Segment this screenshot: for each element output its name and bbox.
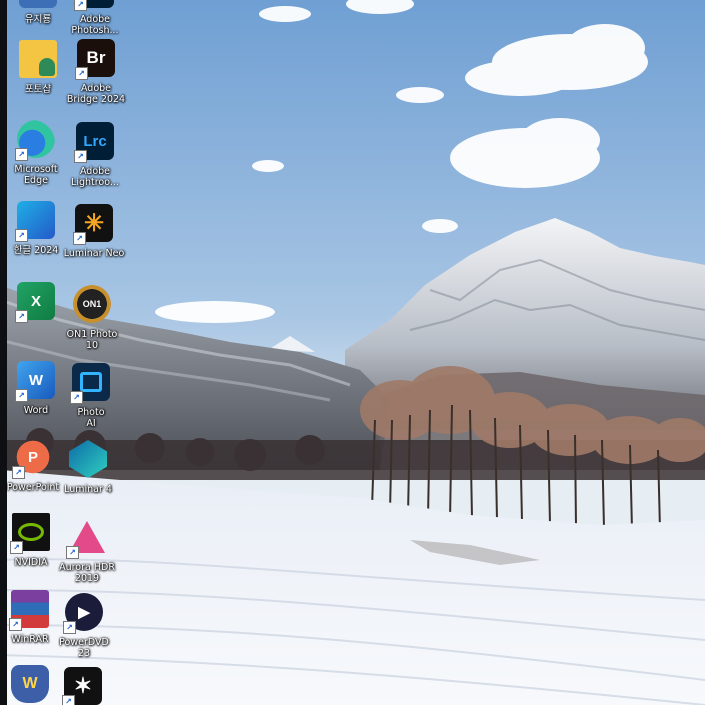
nvidia-icon: ↗ <box>10 513 50 554</box>
lightroom-classic-icon: Lrc ↗ <box>74 122 114 163</box>
icon-label: Microsoft Edge <box>14 164 58 186</box>
folder-user-icon <box>19 40 57 78</box>
desktop-icon-luminar-4[interactable]: Luminar 4 <box>55 440 121 495</box>
desktop-icon-luminar-neo[interactable]: ✳ ↗ Luminar Neo <box>61 204 127 259</box>
desktop-icon-photo-ai[interactable]: ↗ Photo AI <box>58 363 124 429</box>
desktop-icon-star-app[interactable]: ✶ ↗ <box>50 667 116 705</box>
shield-app-icon: W <box>11 665 49 703</box>
word-icon: W ↗ <box>15 361 55 402</box>
star-app-icon: ✶ ↗ <box>62 667 102 705</box>
desktop-icon-photoshop-folder[interactable]: 포토샵 <box>5 40 71 95</box>
excel-icon: X ↗ <box>15 282 55 323</box>
icon-label: Luminar 4 <box>64 484 112 495</box>
powerpoint-icon: P ↗ <box>12 438 52 479</box>
icon-label: Luminar Neo <box>63 248 125 259</box>
adobe-bridge-icon: Br ↗ <box>75 39 115 80</box>
desktop-icon-adobe-bridge[interactable]: Br ↗ Adobe Bridge 2024 <box>63 39 129 105</box>
luminar-4-icon <box>69 440 107 478</box>
app-icon <box>19 0 57 8</box>
desktop-icon-aurora-hdr[interactable]: ↗ Aurora HDR 2019 <box>54 518 120 584</box>
desktop[interactable]: 유지룡 포토샵 ↗ Microsoft Edge ↗ 한글 2024 X ↗ W… <box>0 0 705 705</box>
icon-label: Adobe Photosh... <box>71 14 119 36</box>
hangul-icon: ↗ <box>15 201 55 242</box>
photoshop-icon: ↗ <box>74 0 114 11</box>
on1-photo-icon: ON1 <box>73 285 111 323</box>
desktop-icon-hangul[interactable]: ↗ 한글 2024 <box>3 201 69 256</box>
photo-ai-icon: ↗ <box>70 363 110 404</box>
powerdvd-icon: ▶ ↗ <box>63 593 103 634</box>
icon-label: Adobe Lightroo... <box>71 166 119 188</box>
desktop-icon-on1-photo[interactable]: ON1 ON1 Photo 10 <box>59 285 125 351</box>
icon-label: PowerDVD 23 <box>59 637 109 659</box>
icon-label: 한글 2024 <box>13 245 59 256</box>
desktop-icon-photoshop[interactable]: ↗ Adobe Photosh... <box>62 0 128 36</box>
aurora-hdr-icon: ↗ <box>66 518 106 559</box>
icon-label: Adobe Bridge 2024 <box>66 83 126 105</box>
icon-label: Photo AI <box>77 407 105 429</box>
desktop-icon-lightroom-classic[interactable]: Lrc ↗ Adobe Lightroo... <box>62 122 128 188</box>
icon-label: 포토샵 <box>24 84 52 95</box>
edge-icon: ↗ <box>15 120 55 161</box>
icon-label: ON1 Photo 10 <box>66 329 118 351</box>
desktop-icon-powerdvd[interactable]: ▶ ↗ PowerDVD 23 <box>51 593 117 659</box>
desktop-icon-edge[interactable]: ↗ Microsoft Edge <box>3 120 69 186</box>
winrar-icon: ↗ <box>9 590 49 631</box>
icon-label: Aurora HDR 2019 <box>59 562 115 584</box>
luminar-neo-icon: ✳ ↗ <box>73 204 113 245</box>
